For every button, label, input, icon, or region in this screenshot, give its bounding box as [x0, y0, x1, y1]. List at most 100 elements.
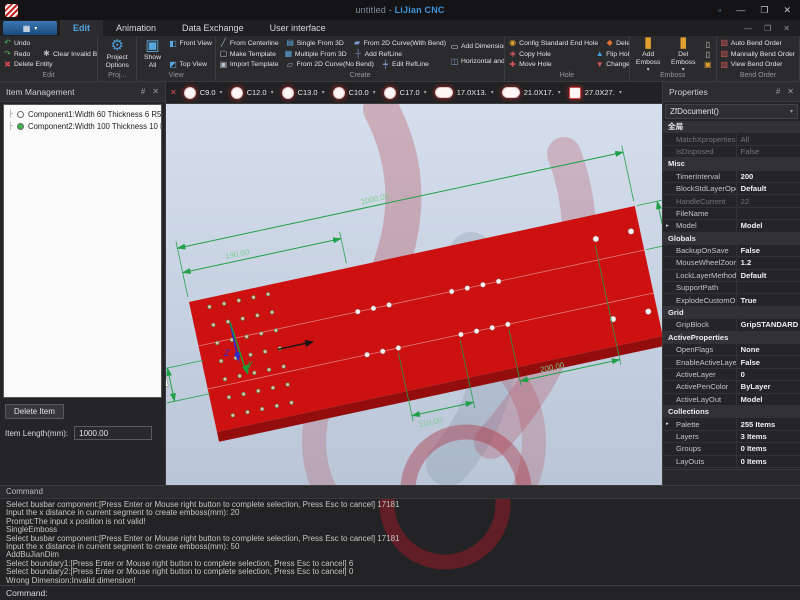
chevron-down-icon[interactable]: ▾	[424, 89, 427, 96]
ribbon-button[interactable]: ▧Auto Bend Order	[719, 39, 795, 47]
property-row[interactable]: TimerInterval 200	[663, 171, 800, 183]
del-emboss-button[interactable]: ▮ Del Emboss	[667, 37, 700, 71]
mdi-close-button[interactable]: ✕	[783, 24, 790, 33]
property-row[interactable]: EnableActiveLayerF... False	[663, 356, 800, 368]
property-row[interactable]: Collections	[663, 406, 800, 418]
hole-size-item[interactable]: C12.0 ▾	[228, 87, 277, 99]
viewport-3d[interactable]: 1000.00 190.00 110.00 200.00 Z y	[166, 104, 662, 485]
ribbon-button[interactable]: ▲Flip Hole	[594, 50, 630, 58]
property-row[interactable]: BlockStdLayerOper Default	[663, 183, 800, 195]
emboss-tool-icon[interactable]: ▯	[702, 39, 714, 49]
ribbon-button[interactable]: ▱From 2D Curve(No Bend)	[285, 61, 375, 69]
emboss-tool-icon[interactable]: ▯	[702, 49, 714, 59]
property-row[interactable]: Layers 3 Items	[663, 431, 800, 443]
ribbon-button[interactable]: ◈Copy Hole	[507, 50, 589, 58]
hole-size-item[interactable]: C9.0 ▾	[181, 87, 226, 99]
property-row[interactable]: Globals	[663, 233, 800, 245]
restore-button[interactable]: ❐	[760, 5, 768, 16]
ribbon-button[interactable]: ╱From Centerline	[218, 39, 280, 47]
property-row[interactable]: SupportPath	[663, 282, 800, 294]
ribbon-button[interactable]: ┼Add RefLine	[353, 50, 403, 58]
property-row[interactable]: ActiveLayOut Model	[663, 394, 800, 406]
emboss-tool-icon[interactable]: ▣	[702, 59, 714, 69]
ribbon-button-dimension[interactable]: ▭Add Dimension	[449, 43, 505, 51]
property-row[interactable]: 全局	[663, 121, 800, 133]
ribbon-button[interactable]: ▧View Bend Order	[719, 61, 795, 69]
chevron-down-icon[interactable]: ▾	[373, 89, 376, 96]
property-row[interactable]: HandleCurrent 22	[663, 195, 800, 207]
property-row[interactable]: LockLayerMethod Default	[663, 270, 800, 282]
ribbon-button[interactable]: ▣Import Template	[218, 61, 280, 69]
ribbon-button-dimension[interactable]: ◫Horizontal and Vertical Dimension	[449, 58, 505, 66]
close-icon[interactable]: ✕	[152, 87, 159, 96]
application-menu-button[interactable]: ▦▾	[3, 21, 57, 35]
ribbon-button[interactable]: ▤Single From 3D	[285, 39, 347, 47]
clear-selection-icon[interactable]: ✕	[170, 88, 177, 97]
chevron-down-icon[interactable]: ▾	[220, 89, 223, 96]
tree-item-component[interactable]: ├ Component1:Width 60 Thickness 6 R5, co…	[8, 108, 161, 120]
ribbon-button[interactable]: ◆Delete Hole	[604, 39, 630, 47]
chevron-down-icon[interactable]: ▾	[619, 89, 622, 96]
property-row[interactable]: ActiveLayer 0	[663, 369, 800, 381]
busbar-body[interactable]	[189, 206, 662, 432]
mdi-minimize-button[interactable]: —	[744, 24, 752, 33]
tab-animation[interactable]: Animation	[103, 20, 169, 36]
hole-size-item[interactable]: 17.0X13. ▾	[432, 87, 497, 98]
command-input[interactable]	[54, 588, 794, 598]
project-options-button[interactable]: ⚙ Project Options	[100, 37, 135, 71]
property-row[interactable]: ExplodeCustomObje... True	[663, 294, 800, 306]
console-history[interactable]: Select busbar component:[Press Enter or …	[0, 499, 800, 585]
ribbon-button[interactable]: ▧Mannally Bend Order	[719, 50, 796, 58]
property-row[interactable]: OpenFlags None	[663, 344, 800, 356]
ribbon-button[interactable]: ↶Undo	[2, 39, 36, 47]
property-row[interactable]: GripBlock GripSTANDARD	[663, 319, 800, 331]
hole-size-item[interactable]: 27.0X27. ▾	[566, 87, 625, 99]
ribbon-button[interactable]: ▼Change Mold	[594, 61, 630, 69]
ribbon-button[interactable]: ✱Clear Invalid Busbar	[41, 50, 98, 58]
mdi-restore-button[interactable]: ❐	[764, 24, 771, 33]
property-row[interactable]: MatchXproperties All	[663, 133, 800, 145]
property-row[interactable]: Grid	[663, 307, 800, 319]
tab-edit[interactable]: Edit	[60, 20, 103, 36]
ribbon-button[interactable]: ✚Move Hole	[507, 61, 589, 69]
ribbon-button[interactable]: ┿Edit RefLine	[380, 61, 430, 69]
object-selector-dropdown[interactable]: ZfDocument() ▾	[665, 104, 798, 119]
chevron-down-icon[interactable]: ▾	[491, 89, 494, 96]
ribbon-button[interactable]: ↷Redo	[2, 50, 36, 58]
ribbon-button[interactable]: ◉Config Standard End Hole	[507, 39, 599, 47]
ribbon-button[interactable]: ◧Front View	[168, 40, 213, 48]
property-row[interactable]: Groups 0 Items	[663, 443, 800, 455]
ribbon-button[interactable]: ▢Make Template	[218, 50, 278, 58]
chevron-down-icon[interactable]: ▾	[322, 89, 325, 96]
tree-item-component[interactable]: ├ Component2:Width 100 Thickness 10 R0, …	[8, 120, 161, 132]
property-row[interactable]: ActiveProperties	[663, 332, 800, 344]
tab-user-interface[interactable]: User interface	[257, 20, 339, 36]
close-button[interactable]: ✕	[783, 5, 791, 16]
hole-size-item[interactable]: C17.0 ▾	[381, 87, 430, 99]
close-icon[interactable]: ✕	[787, 87, 794, 96]
ribbon-button[interactable]: ✖Delete Entity	[2, 61, 54, 69]
pin-icon[interactable]: #	[776, 87, 780, 96]
component-tree[interactable]: ├ Component1:Width 60 Thickness 6 R5, co…	[3, 104, 162, 398]
property-row[interactable]: ▸ Model Model	[663, 220, 800, 232]
hole-size-item[interactable]: 21.0X17. ▾	[499, 87, 564, 98]
ribbon-button[interactable]: ▦Multiple From 3D	[283, 50, 348, 58]
item-length-input[interactable]	[74, 426, 152, 440]
add-emboss-button[interactable]: ▮ Add Emboss	[632, 37, 665, 71]
ribbon-button[interactable]: ◩Top View	[168, 61, 208, 69]
property-row[interactable]: ActivePenColor ByLayer	[663, 381, 800, 393]
chevron-down-icon[interactable]: ▾	[558, 89, 561, 96]
property-row[interactable]: MouseWheelZoomSc... 1.2	[663, 257, 800, 269]
property-row[interactable]: BackupOnSave False	[663, 245, 800, 257]
ribbon-button[interactable]: ▰From 2D Curve(With Bend)	[352, 39, 447, 47]
property-row[interactable]: ▸ Palette 255 Items	[663, 418, 800, 430]
property-row[interactable]: Misc	[663, 158, 800, 170]
hole-size-item[interactable]: C13.0 ▾	[279, 87, 328, 99]
tab-data-exchange[interactable]: Data Exchange	[169, 20, 257, 36]
delete-item-button[interactable]: Delete Item	[5, 404, 64, 419]
property-row[interactable]: IsDisposed False	[663, 146, 800, 158]
hole-size-item[interactable]: C10.0 ▾	[330, 87, 379, 99]
property-row[interactable]: FileName	[663, 208, 800, 220]
pin-icon[interactable]: #	[141, 87, 145, 96]
show-all-button[interactable]: ▣ Show All	[139, 37, 165, 71]
